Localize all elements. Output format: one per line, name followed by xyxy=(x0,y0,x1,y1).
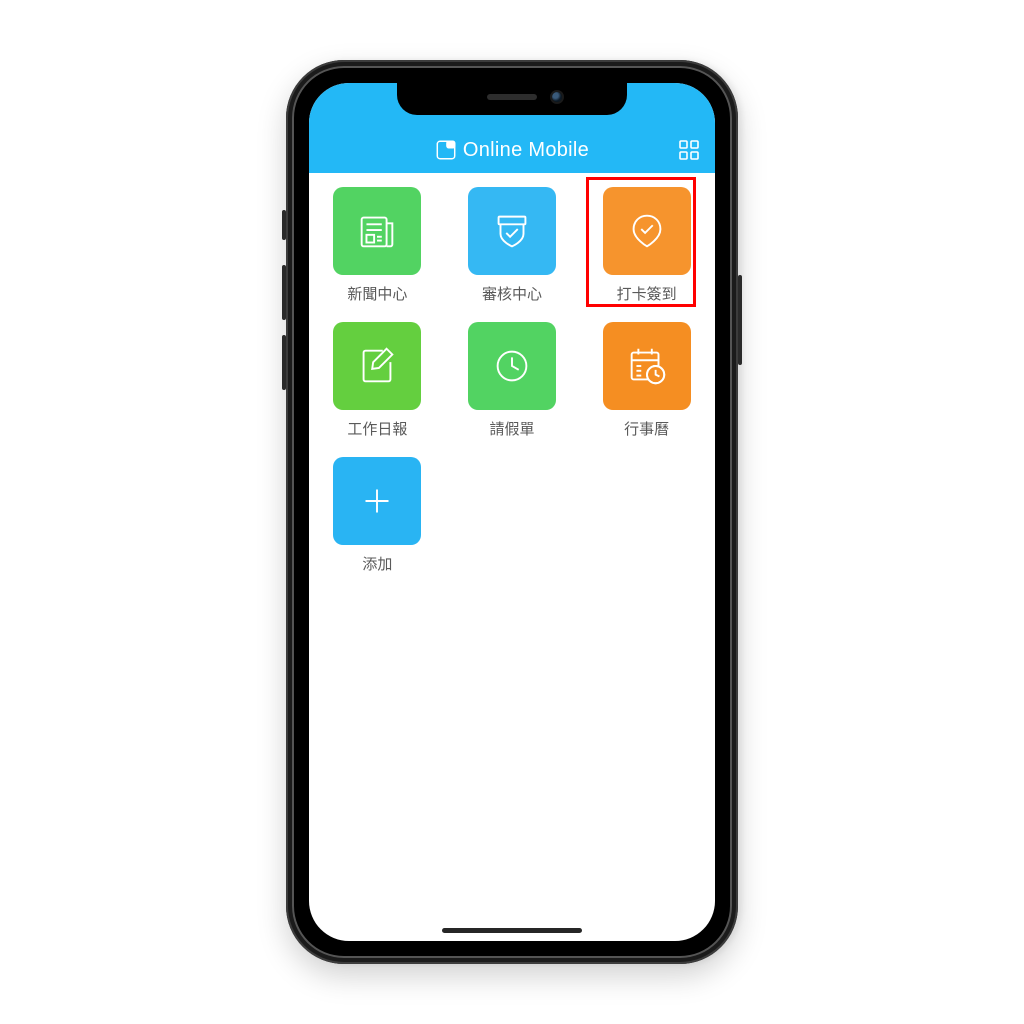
volume-up-button xyxy=(282,265,286,320)
app-add[interactable]: 添加 xyxy=(327,457,428,574)
phone-frame: Online Mobile xyxy=(286,60,738,964)
app-header: Online Mobile xyxy=(309,127,715,173)
app-work-report[interactable]: 工作日報 xyxy=(327,322,428,439)
screen: Online Mobile xyxy=(309,83,715,941)
app-grid: 新聞中心 審核中心 xyxy=(309,173,715,574)
app-review-center[interactable]: 審核中心 xyxy=(462,187,563,304)
app-label: 行事曆 xyxy=(624,418,669,439)
app-title: Online Mobile xyxy=(435,139,589,162)
calendar-clock-icon xyxy=(603,322,691,410)
news-icon xyxy=(333,187,421,275)
app-label: 請假單 xyxy=(489,418,534,439)
stage: Online Mobile xyxy=(0,0,1024,1024)
plus-icon xyxy=(333,457,421,545)
app-calendar[interactable]: 行事曆 xyxy=(596,322,697,439)
app-label: 添加 xyxy=(362,553,392,574)
location-checkin-icon xyxy=(603,187,691,275)
app-logo-icon xyxy=(435,139,457,161)
app-label: 打卡簽到 xyxy=(617,283,677,304)
shield-check-icon xyxy=(468,187,556,275)
compose-icon xyxy=(333,322,421,410)
phone-bezel: Online Mobile xyxy=(292,66,732,958)
notch xyxy=(397,83,627,115)
front-camera xyxy=(552,92,562,102)
app-leave-request[interactable]: 請假單 xyxy=(462,322,563,439)
layout-grid-button[interactable] xyxy=(677,138,701,162)
app-label: 工作日報 xyxy=(347,418,407,439)
mute-switch xyxy=(282,210,286,240)
power-button xyxy=(738,275,742,365)
app-label: 審核中心 xyxy=(482,283,542,304)
speaker-grille xyxy=(487,94,537,100)
app-clock-in[interactable]: 打卡簽到 xyxy=(596,187,697,304)
app-label: 新聞中心 xyxy=(347,283,407,304)
app-news-center[interactable]: 新聞中心 xyxy=(327,187,428,304)
app-title-text: Online Mobile xyxy=(463,139,589,162)
clock-icon xyxy=(468,322,556,410)
volume-down-button xyxy=(282,335,286,390)
home-indicator[interactable] xyxy=(442,928,582,933)
